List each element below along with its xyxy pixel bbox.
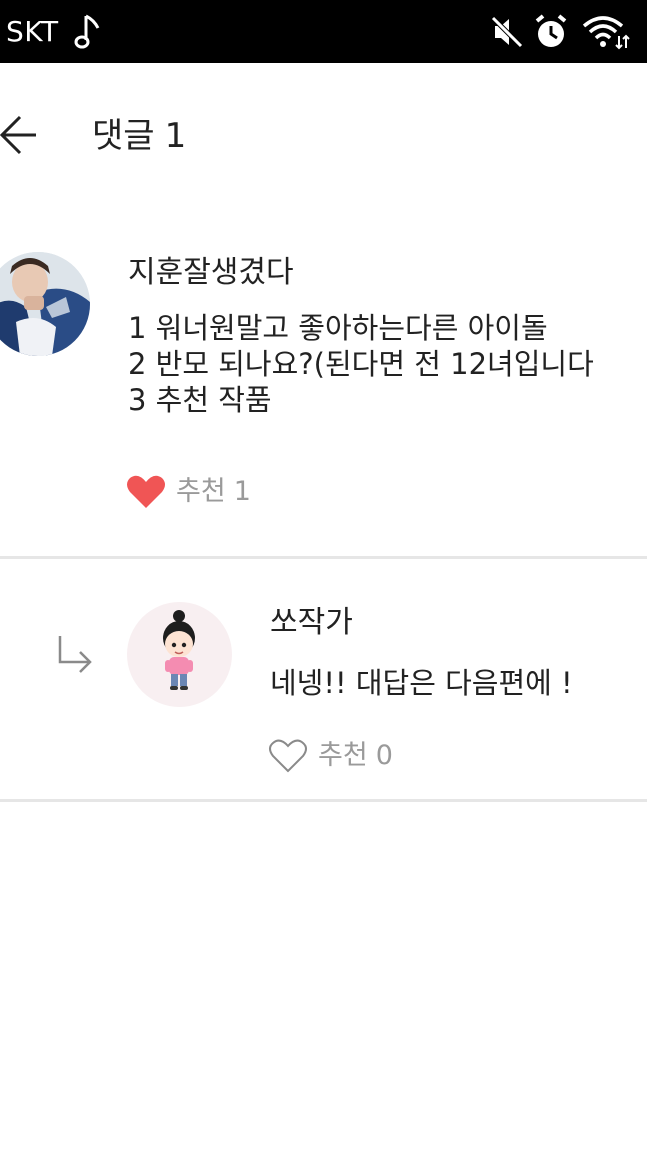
like-text: 추천 <box>318 740 368 771</box>
like-count: 1 <box>233 476 251 507</box>
comment-text: 1 워너원말고 좋아하는다른 아이돌 2 반모 되나요?(된다면 전 12녀입니… <box>128 310 594 418</box>
like-label: 추천 1 <box>176 472 251 512</box>
avatar-illustration <box>163 610 195 690</box>
header: 댓글 1 <box>0 63 647 213</box>
comment-author[interactable]: 지훈잘생겼다 <box>128 254 294 292</box>
avatar[interactable] <box>127 602 232 707</box>
divider <box>0 799 647 802</box>
comment-line: 2 반모 되나요?(된다면 전 12녀입니다 <box>128 347 594 381</box>
comment-item: 지훈잘생겼다 1 워너원말고 좋아하는다른 아이돌 2 반모 되나요?(된다면 … <box>0 250 647 558</box>
avatar-photo <box>0 252 90 356</box>
heart-outline-icon <box>269 739 307 773</box>
page-title: 댓글 1 <box>92 115 186 157</box>
status-icons <box>489 12 639 52</box>
avatar[interactable] <box>0 252 90 356</box>
mute-icon <box>491 16 523 48</box>
divider <box>0 556 647 559</box>
page-title-label: 댓글 <box>92 116 155 156</box>
alarm-icon <box>535 14 567 47</box>
music-note-icon <box>74 14 100 49</box>
comment-line: 1 워너원말고 좋아하는다른 아이돌 <box>128 311 548 345</box>
status-bar: SKT <box>0 0 647 63</box>
reply-author[interactable]: 쏘작가 <box>270 604 353 642</box>
like-count: 0 <box>375 740 393 771</box>
like-label: 추천 0 <box>318 736 393 776</box>
heart-filled-icon <box>127 475 165 508</box>
back-arrow-icon[interactable] <box>0 113 42 157</box>
carrier-label: SKT <box>6 15 59 48</box>
comment-line: 3 추천 작품 <box>128 383 272 417</box>
comment-count: 1 <box>164 116 187 156</box>
like-text: 추천 <box>176 476 226 507</box>
reply-text: 네넹!! 대답은 다음편에 ! <box>270 666 573 700</box>
reply-arrow-icon <box>58 636 92 673</box>
wifi-icon <box>582 16 630 50</box>
